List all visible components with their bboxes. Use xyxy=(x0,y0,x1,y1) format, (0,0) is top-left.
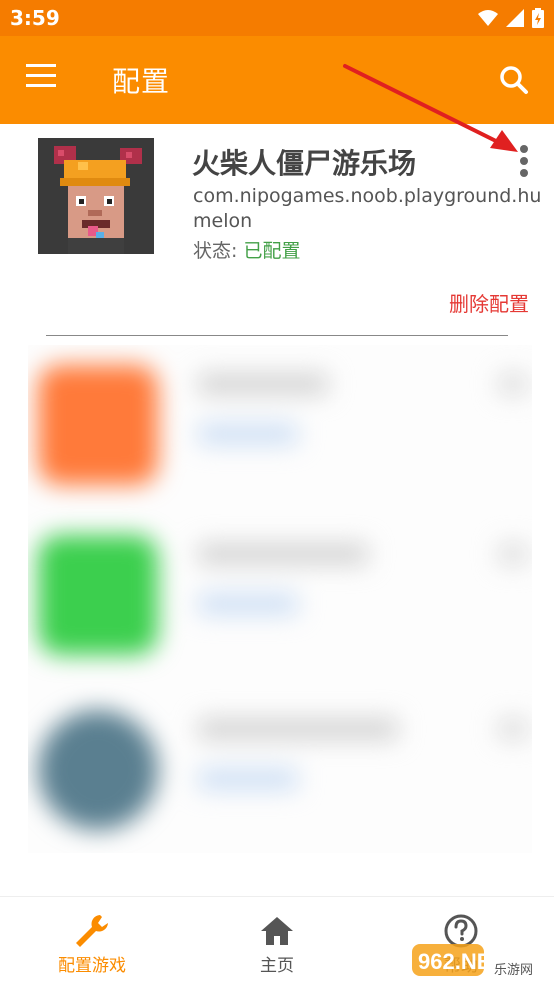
battery-icon xyxy=(532,8,544,28)
page-title: 配置 xyxy=(112,65,171,98)
game-title: 火柴人僵尸游乐场 xyxy=(192,147,417,180)
status-time: 3:59 xyxy=(10,6,60,30)
package-name: com.nipogames.noob.playground.humelon xyxy=(193,185,542,232)
status-value: 已配置 xyxy=(243,240,301,262)
status-icons xyxy=(478,8,544,28)
wrench-icon xyxy=(76,915,108,947)
nav-config-label: 配置游戏 xyxy=(58,956,126,976)
wifi-icon xyxy=(478,10,498,26)
nav-help[interactable]: 帮助 xyxy=(391,897,531,984)
list-item[interactable] xyxy=(28,690,532,850)
blurred-game-list xyxy=(28,345,532,853)
home-icon xyxy=(261,917,293,945)
more-options-icon[interactable] xyxy=(512,142,536,182)
nav-home-label: 主页 xyxy=(260,956,294,976)
help-icon xyxy=(444,914,478,948)
app-bar: 配置 xyxy=(0,36,554,124)
list-item[interactable] xyxy=(28,515,532,675)
status-label: 状态: xyxy=(193,240,238,262)
menu-icon[interactable] xyxy=(26,64,60,96)
search-icon[interactable] xyxy=(494,60,534,100)
configured-game-card: 火柴人僵尸游乐场 com.nipogames.noob.playground.h… xyxy=(0,124,554,340)
signal-icon xyxy=(506,9,524,27)
nav-config-games[interactable]: 配置游戏 xyxy=(22,897,162,984)
bottom-nav: 配置游戏 主页 帮助 xyxy=(0,896,554,984)
divider xyxy=(46,335,508,336)
game-icon xyxy=(38,138,154,254)
delete-config-button[interactable]: 删除配置 xyxy=(449,288,529,317)
nav-home[interactable]: 主页 xyxy=(207,897,347,984)
config-status: 状态: 已配置 xyxy=(193,236,300,263)
status-bar: 3:59 xyxy=(0,0,554,36)
list-item[interactable] xyxy=(28,345,532,505)
nav-help-label: 帮助 xyxy=(444,956,478,976)
